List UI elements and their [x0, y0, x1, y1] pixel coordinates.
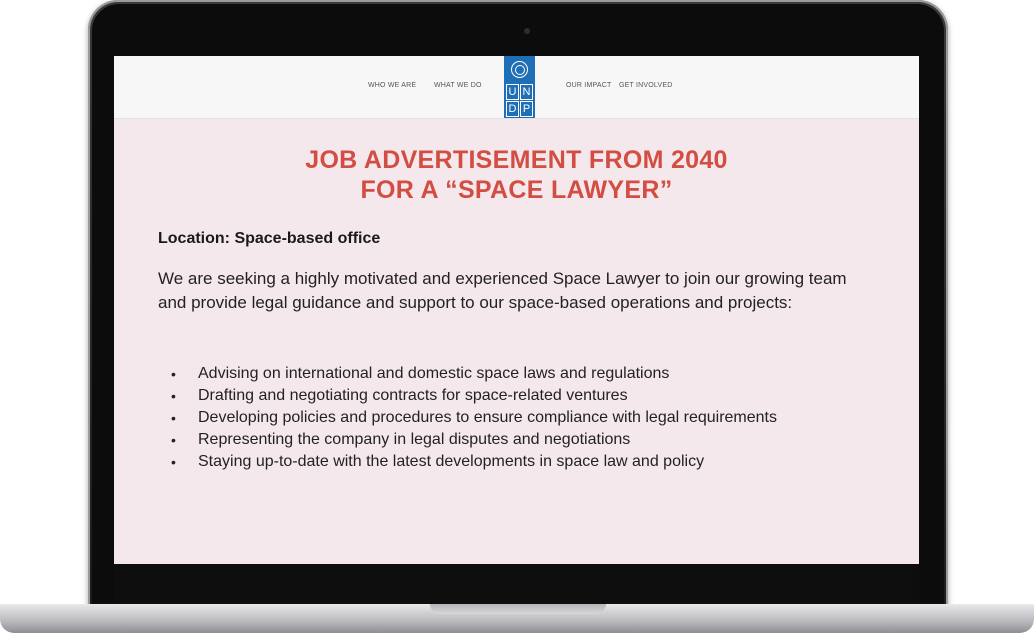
title-line-1: JOB ADVERTISEMENT FROM 2040: [305, 146, 728, 174]
list-item: • Representing the company in legal dispu…: [158, 429, 878, 451]
list-item-text: Staying up-to-date with the latest devel…: [198, 453, 705, 470]
list-item: • Drafting and negotiating contracts for …: [158, 385, 878, 407]
title-line-2: FOR A “SPACE LAWYER”: [360, 176, 673, 204]
list-item-text: Representing the company in legal disput…: [198, 431, 631, 448]
list-item-text: Drafting and negotiating contracts for s…: [198, 387, 628, 404]
bullet-icon: •: [171, 366, 176, 382]
location-heading: Location: Space-based office: [158, 230, 381, 247]
undp-logo[interactable]: U N D P: [504, 56, 535, 118]
bullet-icon: •: [171, 388, 176, 404]
laptop-mockup: WHO WE ARE WHAT WE DO U N D P OUR IMPACT…: [0, 0, 1034, 633]
logo-letter: U: [506, 84, 519, 100]
bullet-icon: •: [171, 432, 176, 448]
logo-letter: D: [506, 101, 519, 117]
nav-what-we-do[interactable]: WHAT WE DO: [434, 82, 482, 89]
un-emblem-icon: [511, 61, 528, 78]
logo-letter: P: [520, 101, 533, 117]
page-title: JOB ADVERTISEMENT FROM 2040 FOR A “SPACE…: [114, 145, 919, 205]
laptop-notch: [430, 604, 606, 614]
screen-bottom-area: [114, 564, 919, 605]
logo-letters: U N D P: [506, 84, 533, 117]
list-item-text: Advising on international and domestic s…: [198, 365, 670, 382]
nav-get-involved[interactable]: GET INVOLVED: [619, 82, 673, 89]
nav-who-we-are[interactable]: WHO WE ARE: [368, 82, 416, 89]
article-content: JOB ADVERTISEMENT FROM 2040 FOR A “SPACE…: [114, 119, 919, 564]
intro-paragraph: We are seeking a highly motivated and ex…: [158, 269, 847, 312]
laptop-screen: WHO WE ARE WHAT WE DO U N D P OUR IMPACT…: [114, 56, 919, 605]
list-item: • Developing policies and procedures to e…: [158, 407, 878, 429]
bullet-icon: •: [171, 454, 176, 470]
list-item-text: Developing policies and procedures to en…: [198, 409, 777, 426]
camera-icon: [524, 28, 530, 34]
site-header: WHO WE ARE WHAT WE DO U N D P OUR IMPACT…: [114, 56, 919, 119]
logo-letter: N: [520, 84, 533, 100]
nav-our-impact[interactable]: OUR IMPACT: [566, 82, 611, 89]
list-item: • Advising on international and domestic …: [158, 363, 878, 385]
list-item: • Staying up-to-date with the latest deve…: [158, 451, 878, 473]
bullet-icon: •: [171, 410, 176, 426]
responsibilities-list: • Advising on international and domestic …: [158, 363, 878, 473]
